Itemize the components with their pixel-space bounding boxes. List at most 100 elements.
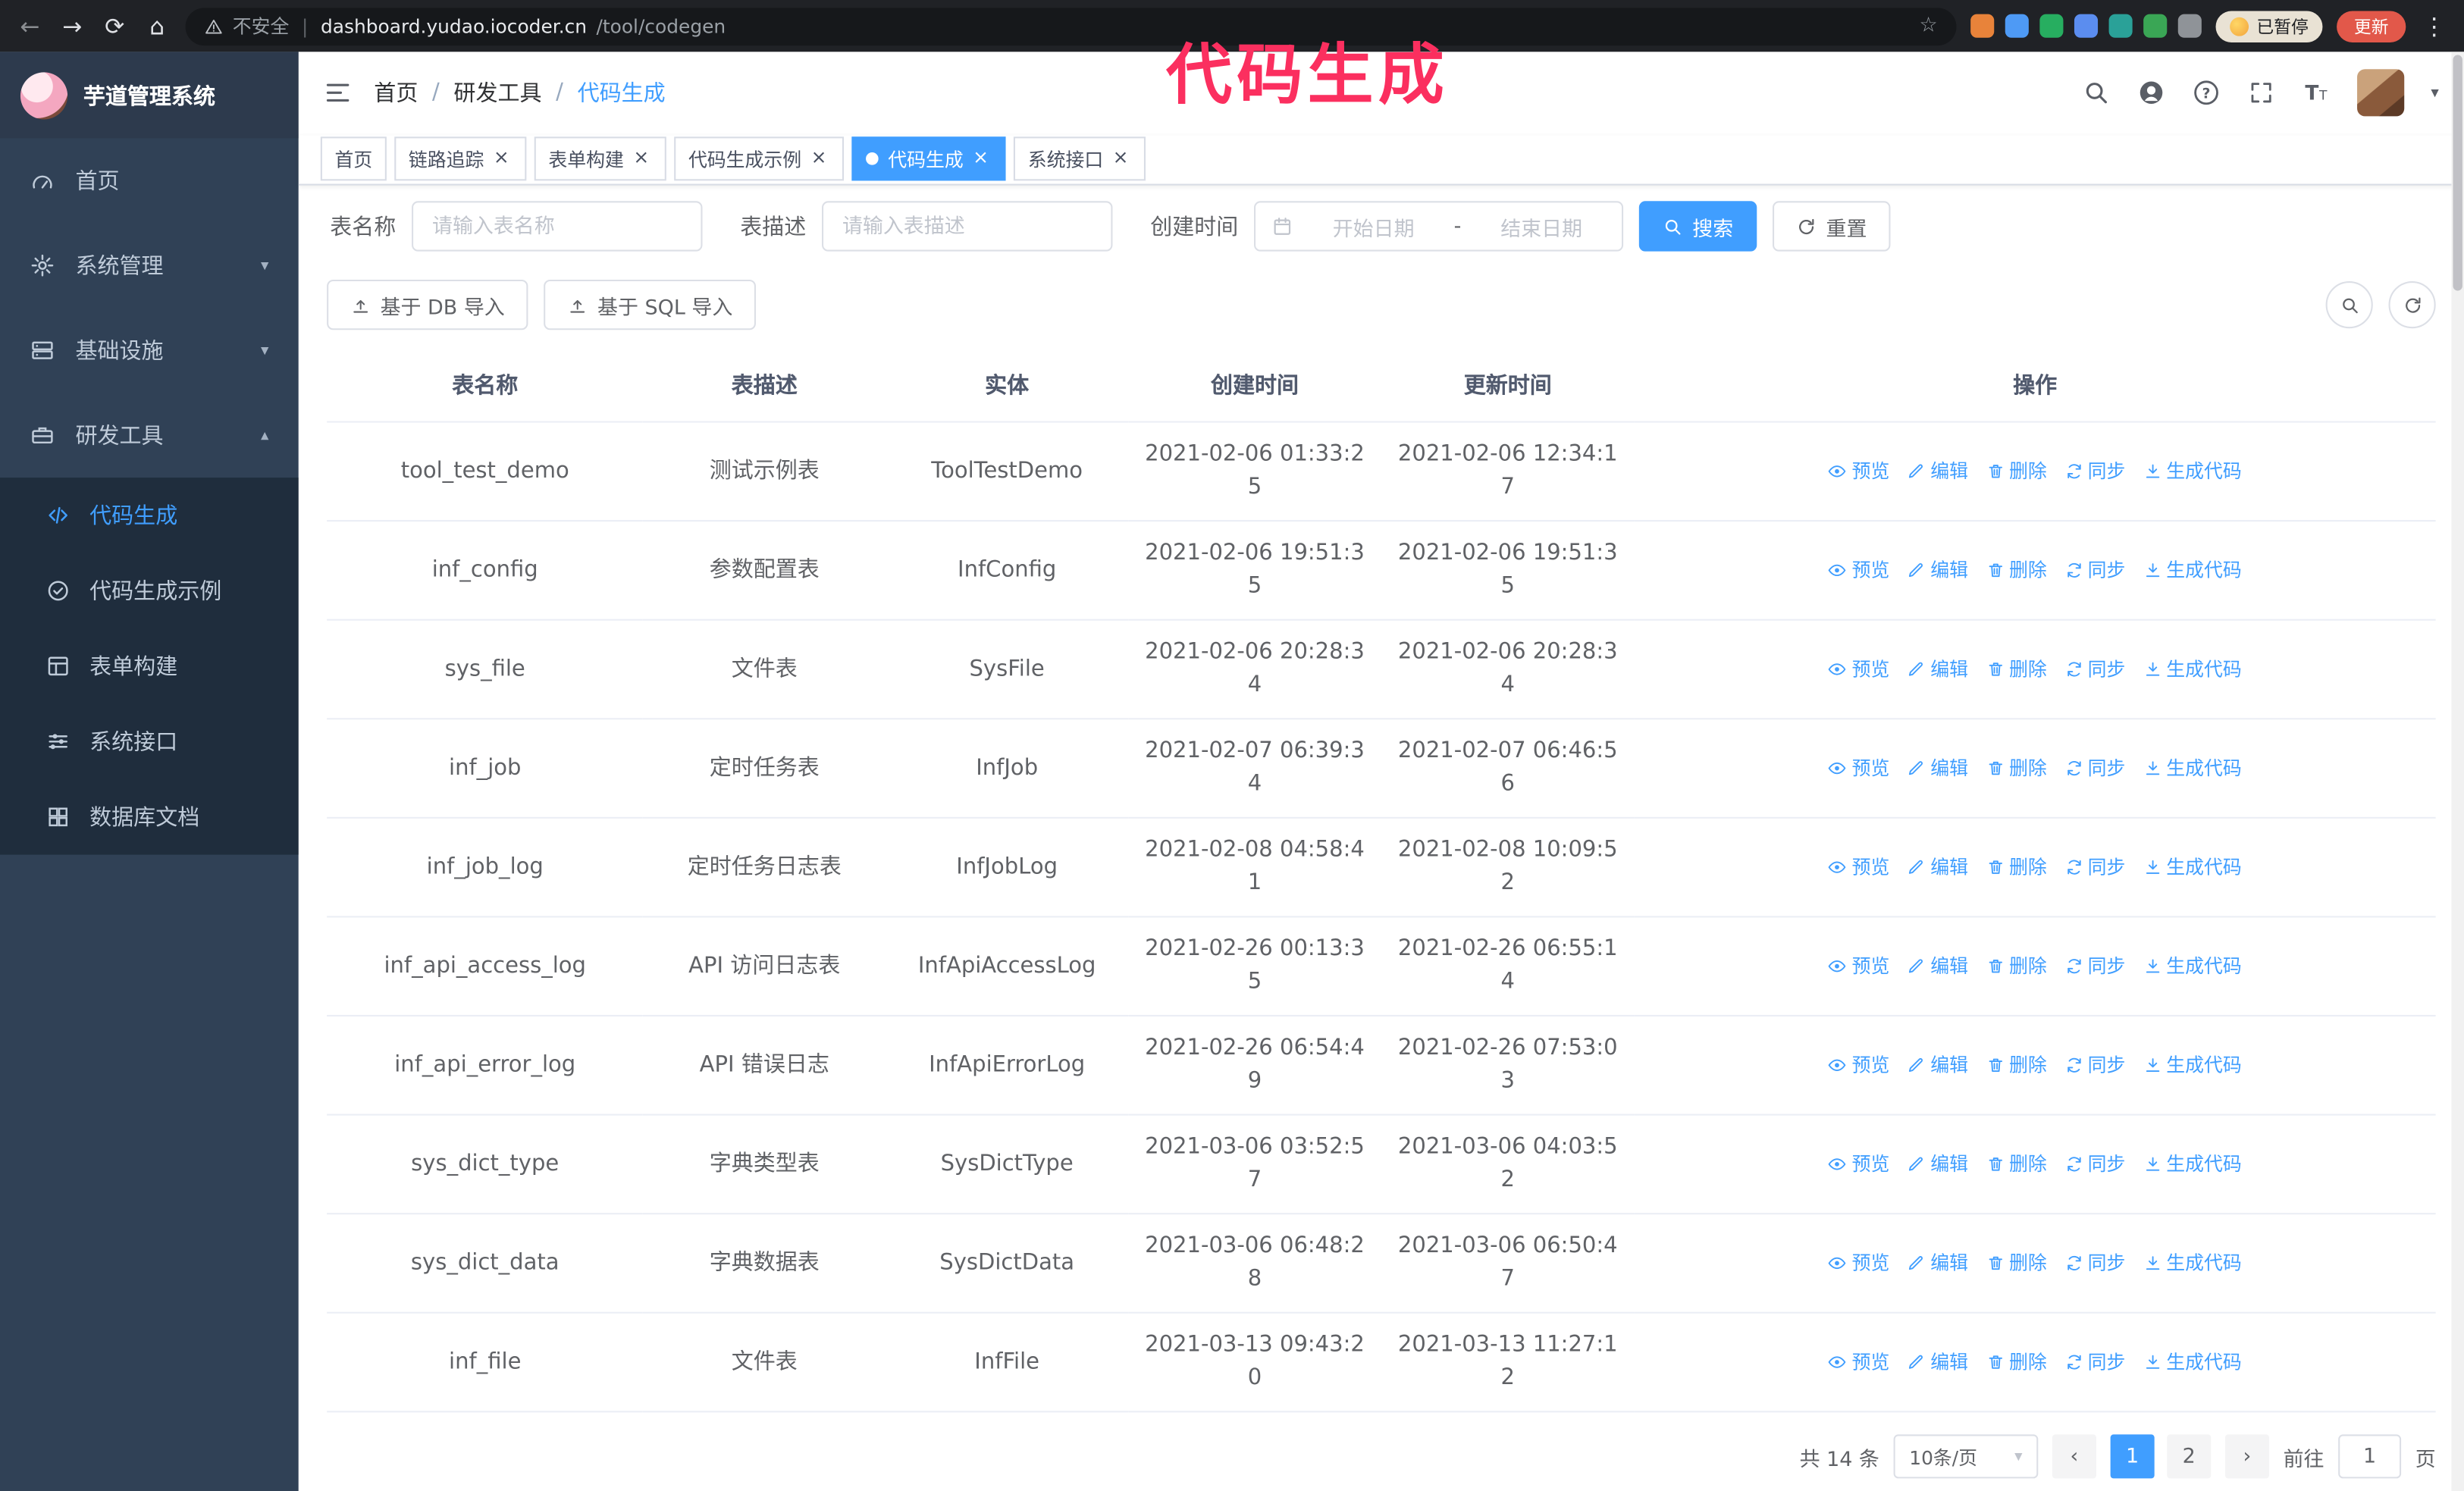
table-row[interactable]: sys_dict_data 字典数据表 SysDictData 2021-03-…: [327, 1214, 2436, 1314]
op-delete-link[interactable]: 删除: [1986, 850, 2047, 884]
op-edit-link[interactable]: 编辑: [1907, 653, 1968, 686]
create-time-range-picker[interactable]: 开始日期 - 结束日期: [1254, 201, 1624, 252]
op-generate-link[interactable]: 生成代码: [2143, 1049, 2242, 1082]
op-delete-link[interactable]: 删除: [1986, 1345, 2047, 1379]
page-size-select[interactable]: 10条/页 ▾: [1893, 1434, 2039, 1479]
tab-close-icon[interactable]: ×: [807, 147, 829, 170]
op-preview-link[interactable]: 预览: [1829, 1247, 1889, 1280]
table-row[interactable]: inf_config 参数配置表 InfConfig 2021-02-06 19…: [327, 521, 2436, 621]
op-generate-link[interactable]: 生成代码: [2143, 1247, 2242, 1280]
table-row[interactable]: inf_file 文件表 InfFile 2021-03-13 09:43:20…: [327, 1312, 2436, 1413]
op-preview-link[interactable]: 预览: [1829, 554, 1889, 587]
scrollbar-thumb[interactable]: [2453, 55, 2462, 291]
op-delete-link[interactable]: 删除: [1986, 554, 2047, 587]
import-sql-button[interactable]: 基于 SQL 导入: [544, 279, 757, 330]
op-sync-link[interactable]: 同步: [2064, 850, 2125, 884]
sidebar-subitem-db-doc[interactable]: 数据库文档: [0, 779, 299, 854]
op-preview-link[interactable]: 预览: [1829, 653, 1889, 686]
op-edit-link[interactable]: 编辑: [1907, 554, 1968, 587]
op-preview-link[interactable]: 预览: [1829, 1345, 1889, 1379]
table-name-input[interactable]: [412, 201, 703, 252]
op-preview-link[interactable]: 预览: [1829, 1049, 1889, 1082]
tab-链路追踪[interactable]: 链路追踪 ×: [394, 136, 527, 181]
sidebar-item-infra[interactable]: 基础设施 ▾: [0, 308, 299, 393]
op-generate-link[interactable]: 生成代码: [2143, 455, 2242, 488]
chevron-down-icon[interactable]: ▾: [2431, 84, 2438, 102]
browser-forward-icon[interactable]: →: [58, 12, 86, 40]
op-preview-link[interactable]: 预览: [1829, 950, 1889, 983]
reset-button[interactable]: 重置: [1773, 201, 1891, 252]
op-delete-link[interactable]: 删除: [1986, 653, 2047, 686]
op-edit-link[interactable]: 编辑: [1907, 455, 1968, 488]
sidebar-item-system[interactable]: 系统管理 ▾: [0, 223, 299, 308]
page-button-2[interactable]: 2: [2167, 1434, 2212, 1479]
extension-people-icon[interactable]: [2074, 14, 2099, 38]
app-logo[interactable]: 芋道管理系统: [0, 52, 299, 139]
op-delete-link[interactable]: 删除: [1986, 752, 2047, 785]
browser-reload-icon[interactable]: ⟳: [101, 12, 129, 40]
tab-首页[interactable]: 首页: [320, 136, 387, 181]
font-size-icon[interactable]: [2302, 79, 2330, 107]
sidebar-item-home[interactable]: 首页: [0, 138, 299, 223]
op-generate-link[interactable]: 生成代码: [2143, 554, 2242, 587]
op-edit-link[interactable]: 编辑: [1907, 1148, 1968, 1181]
table-row[interactable]: inf_api_access_log API 访问日志表 InfApiAcces…: [327, 916, 2436, 1017]
op-generate-link[interactable]: 生成代码: [2143, 653, 2242, 686]
op-generate-link[interactable]: 生成代码: [2143, 1345, 2242, 1379]
extension-orange-icon[interactable]: [1970, 14, 1995, 38]
op-delete-link[interactable]: 删除: [1986, 1247, 2047, 1280]
page-button-1[interactable]: 1: [2110, 1434, 2155, 1479]
tab-close-icon[interactable]: ×: [491, 147, 513, 170]
goto-page-input[interactable]: [2338, 1434, 2402, 1479]
help-icon[interactable]: [2192, 79, 2220, 107]
table-desc-input[interactable]: [822, 201, 1113, 252]
tab-close-icon[interactable]: ×: [1110, 147, 1132, 170]
op-edit-link[interactable]: 编辑: [1907, 1049, 1968, 1082]
browser-back-icon[interactable]: ←: [16, 12, 44, 40]
table-row[interactable]: inf_job 定时任务表 InfJob 2021-02-07 06:39:34…: [327, 719, 2436, 819]
op-edit-link[interactable]: 编辑: [1907, 850, 1968, 884]
op-delete-link[interactable]: 删除: [1986, 950, 2047, 983]
op-delete-link[interactable]: 删除: [1986, 455, 2047, 488]
refresh-table-button[interactable]: [2388, 281, 2436, 329]
op-sync-link[interactable]: 同步: [2064, 752, 2125, 785]
sidebar-subitem-codegen-demo[interactable]: 代码生成示例: [0, 553, 299, 628]
import-db-button[interactable]: 基于 DB 导入: [327, 279, 528, 330]
search-button[interactable]: 搜索: [1638, 201, 1757, 252]
search-icon[interactable]: [2082, 79, 2110, 107]
sidebar-item-dev[interactable]: 研发工具 ▴: [0, 393, 299, 478]
op-preview-link[interactable]: 预览: [1829, 1148, 1889, 1181]
extension-drop-icon[interactable]: [2005, 14, 2029, 38]
sidebar-subitem-codegen[interactable]: 代码生成: [0, 478, 299, 553]
user-avatar[interactable]: [2356, 69, 2405, 117]
op-edit-link[interactable]: 编辑: [1907, 950, 1968, 983]
op-sync-link[interactable]: 同步: [2064, 653, 2125, 686]
browser-update-button[interactable]: 更新: [2337, 10, 2406, 42]
table-row[interactable]: sys_dict_type 字典类型表 SysDictType 2021-03-…: [327, 1114, 2436, 1215]
table-row[interactable]: inf_job_log 定时任务日志表 InfJobLog 2021-02-08…: [327, 817, 2436, 918]
next-page-button[interactable]: ›: [2224, 1434, 2269, 1479]
tab-close-icon[interactable]: ×: [630, 147, 652, 170]
table-row[interactable]: sys_file 文件表 SysFile 2021-02-06 20:28:34…: [327, 619, 2436, 720]
breadcrumb-item[interactable]: 首页: [374, 77, 418, 108]
op-generate-link[interactable]: 生成代码: [2143, 850, 2242, 884]
extension-leaf-icon[interactable]: [2143, 14, 2168, 38]
op-sync-link[interactable]: 同步: [2064, 950, 2125, 983]
tab-代码生成[interactable]: 代码生成 ×: [851, 136, 1006, 181]
tab-表单构建[interactable]: 表单构建 ×: [534, 136, 666, 181]
bookmark-star-icon[interactable]: ☆: [1919, 14, 1937, 38]
show-search-toggle[interactable]: [2325, 281, 2373, 329]
breadcrumb-item[interactable]: 代码生成: [578, 77, 666, 108]
address-bar[interactable]: 不安全 | dashboard.yudao.iocoder.cn /tool/c…: [185, 7, 1957, 45]
table-row[interactable]: tool_test_demo 测试示例表 ToolTestDemo 2021-0…: [327, 421, 2436, 522]
op-sync-link[interactable]: 同步: [2064, 1247, 2125, 1280]
fullscreen-icon[interactable]: [2247, 79, 2275, 107]
sidebar-subitem-form-builder[interactable]: 表单构建: [0, 628, 299, 703]
sidebar-subitem-api[interactable]: 系统接口: [0, 704, 299, 779]
op-edit-link[interactable]: 编辑: [1907, 1345, 1968, 1379]
tab-close-icon[interactable]: ×: [970, 147, 992, 170]
op-edit-link[interactable]: 编辑: [1907, 752, 1968, 785]
op-sync-link[interactable]: 同步: [2064, 1345, 2125, 1379]
op-preview-link[interactable]: 预览: [1829, 850, 1889, 884]
browser-menu-icon[interactable]: ⋮: [2420, 12, 2448, 40]
